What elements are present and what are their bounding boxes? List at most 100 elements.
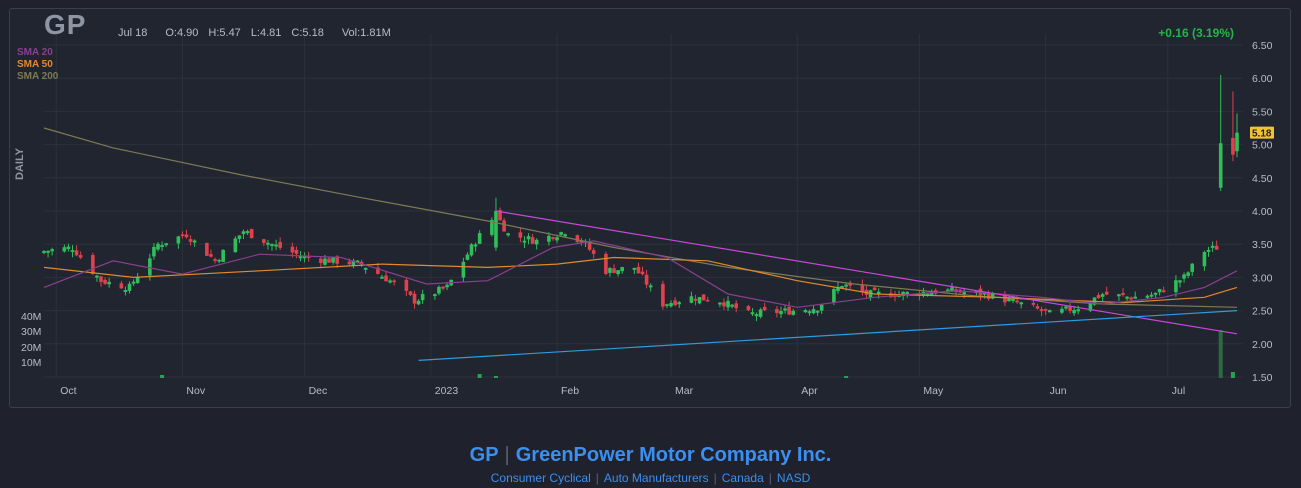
- x-tick-label: Nov: [186, 385, 205, 397]
- price-change: +0.16 (3.19%): [1158, 26, 1234, 40]
- candle-body: [290, 246, 295, 253]
- candle-body: [99, 276, 103, 282]
- candle-body: [473, 244, 478, 247]
- volume-value: Vol:1.81M: [341, 27, 391, 39]
- candle-body: [722, 302, 726, 307]
- candle-body: [148, 258, 152, 276]
- footer-divider: |: [713, 471, 717, 485]
- price-tick-label: 4.00: [1252, 206, 1273, 218]
- candle-body: [608, 268, 612, 273]
- candle-body: [636, 266, 641, 274]
- price-tick-label: 5.50: [1252, 106, 1273, 118]
- volume-tick-label: 30M: [21, 326, 41, 338]
- candle-body: [612, 268, 616, 273]
- candle-body: [693, 298, 698, 301]
- candle-body: [437, 287, 441, 294]
- candle-body: [506, 233, 510, 236]
- candle-body: [416, 300, 421, 305]
- legend-sma200: SMA 200: [17, 71, 59, 82]
- candle-body: [787, 307, 791, 315]
- candle-body: [551, 237, 555, 240]
- candle-body: [1231, 137, 1235, 155]
- candle-body: [70, 250, 75, 253]
- candle-body: [233, 238, 238, 253]
- volume-bar: [160, 375, 165, 378]
- close-value: C:5.18: [291, 27, 324, 39]
- candle-body: [1096, 295, 1101, 299]
- candle-body: [1064, 306, 1068, 309]
- candle-body: [697, 297, 702, 304]
- price-tick-label: 1.50: [1252, 372, 1273, 384]
- sector-link[interactable]: Consumer Cyclical: [491, 471, 591, 485]
- candle-body: [433, 294, 437, 297]
- volume-bar: [493, 376, 498, 378]
- company-name[interactable]: GreenPower Motor Company Inc.: [516, 444, 832, 466]
- candle-body: [380, 276, 384, 279]
- exchange-link[interactable]: NASD: [777, 471, 810, 485]
- candle-body: [294, 249, 299, 254]
- ohlc-readout: Jul 18 O:4.90 H:5.47 L:4.81 C:5.18 Vol:1.81M: [118, 27, 401, 39]
- candle-body: [779, 311, 783, 315]
- candle-body: [298, 256, 303, 259]
- volume-bar: [477, 374, 482, 378]
- candle-body: [620, 267, 624, 272]
- x-tick-label: Jun: [1050, 385, 1067, 397]
- candle-body: [91, 255, 95, 274]
- candle-body: [791, 310, 795, 315]
- timeframe-label: DAILY: [14, 148, 26, 180]
- candle-body: [1178, 280, 1182, 283]
- price-tick-label: 5.00: [1252, 140, 1273, 152]
- footer-symbol[interactable]: GP: [470, 444, 499, 466]
- candle-body: [616, 270, 620, 275]
- price-chart[interactable]: 6.50 6.00 5.50 5.00 4.50 4.00 3.50 3.00 2.50 2.00…: [0, 0, 1301, 410]
- candle-body: [559, 232, 563, 235]
- candle-body: [677, 302, 681, 305]
- candle-body: [648, 285, 653, 288]
- candle-body: [754, 314, 759, 317]
- footer-divider: |: [504, 444, 510, 466]
- candle-body: [701, 294, 706, 301]
- candle-body: [1031, 302, 1036, 305]
- candle-body: [1076, 309, 1081, 312]
- sma-legend: SMA 20 SMA 50 SMA 200: [17, 47, 58, 83]
- candle-body: [1235, 132, 1239, 152]
- candle-body: [164, 243, 168, 246]
- candle-body: [42, 250, 46, 253]
- legend-sma20: SMA 20: [17, 47, 53, 58]
- candle-body: [1047, 310, 1052, 313]
- candle-body: [844, 284, 848, 287]
- candle-body: [746, 306, 751, 311]
- candle-body: [465, 254, 470, 260]
- candle-body: [1182, 274, 1186, 279]
- candle-body: [530, 237, 535, 244]
- industry-link[interactable]: Auto Manufacturers: [604, 471, 709, 485]
- candle-body: [665, 304, 669, 306]
- candle-body: [237, 235, 242, 239]
- candle-body: [775, 309, 779, 314]
- candle-body: [327, 258, 331, 263]
- candle-body: [384, 275, 388, 282]
- candle-body: [50, 249, 54, 252]
- candle-body: [1214, 245, 1219, 250]
- volume-bar: [1218, 330, 1223, 378]
- candle-body: [718, 302, 722, 305]
- candle-body: [192, 240, 197, 243]
- candle-body: [156, 243, 160, 250]
- x-tick-label: Mar: [675, 385, 694, 397]
- x-tick-label: Apr: [801, 385, 818, 397]
- candle-body: [1104, 291, 1109, 295]
- candle-body: [131, 281, 136, 284]
- candle-body: [534, 239, 539, 245]
- candle-body: [278, 242, 282, 248]
- candle-body: [1202, 252, 1207, 267]
- candle-body: [815, 310, 820, 313]
- high-value: H:5.47: [208, 27, 241, 39]
- candle-body: [408, 291, 413, 295]
- date-label: Jul 18: [118, 27, 148, 39]
- candle-body: [347, 261, 352, 265]
- country-link[interactable]: Canada: [722, 471, 764, 485]
- candle-body: [1019, 302, 1024, 305]
- candle-body: [705, 300, 710, 302]
- candle-body: [420, 293, 425, 301]
- candle-body: [249, 229, 254, 239]
